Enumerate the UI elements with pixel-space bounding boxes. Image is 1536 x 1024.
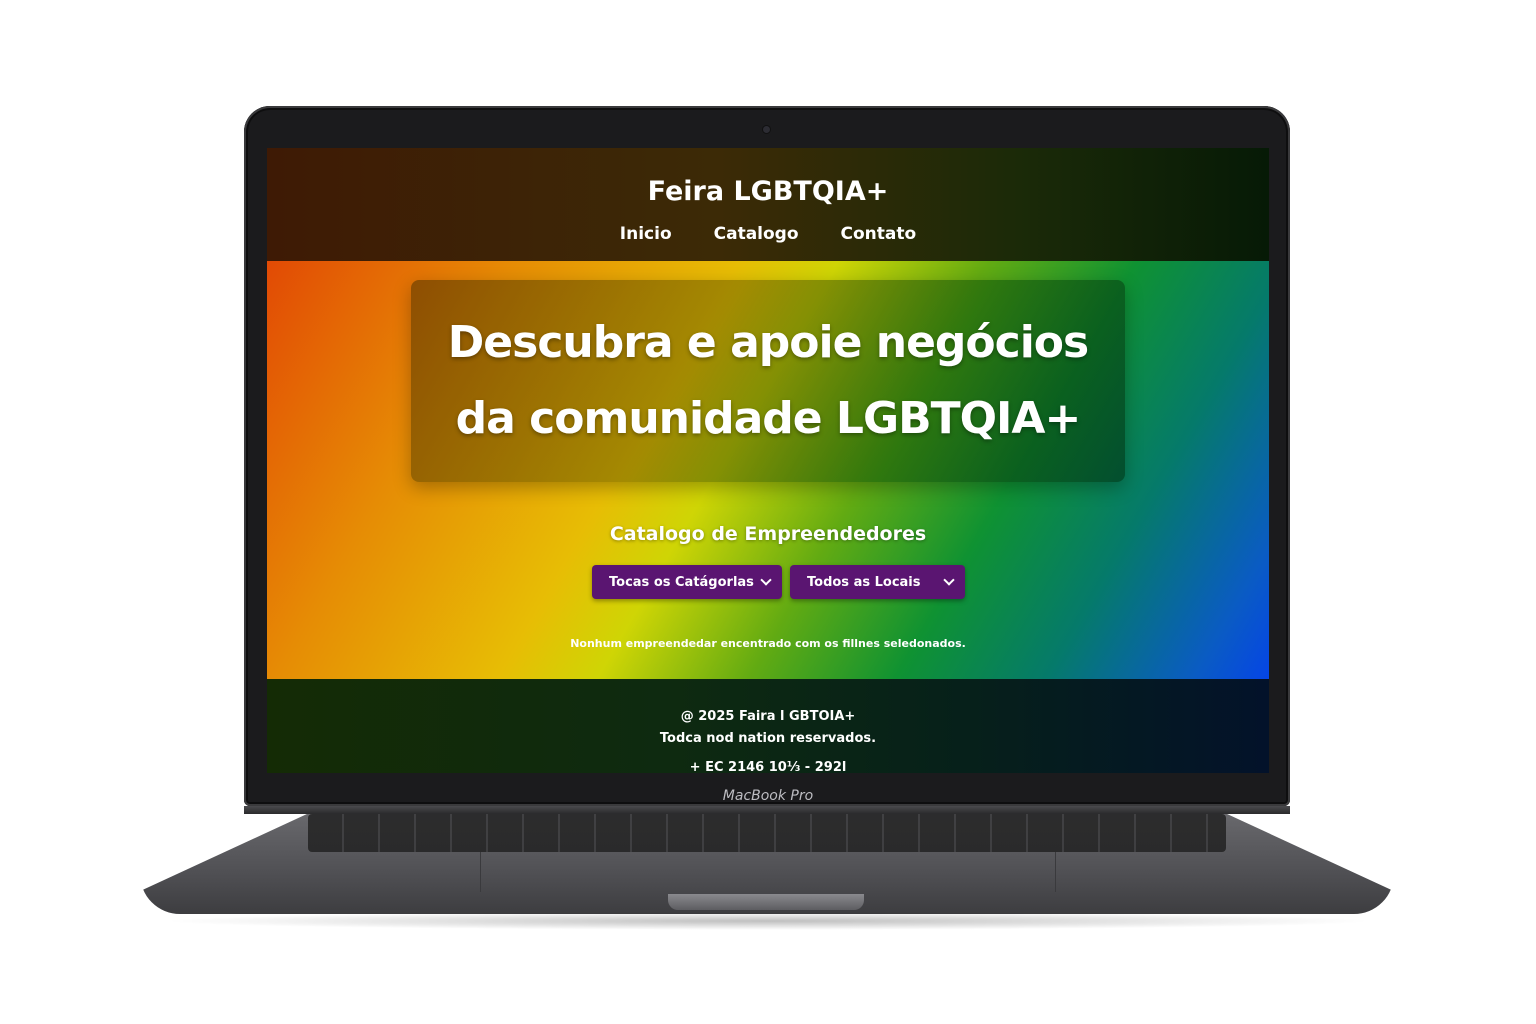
keyboard — [308, 814, 1226, 852]
hero-headline: Descubra e apoie negócios da comunidade … — [447, 317, 1089, 444]
headline-box: Descubra e apoie negócios da comunidade … — [411, 280, 1125, 482]
site-header: Feira LGBTQIA+ Inicio Catalogo Contato — [267, 148, 1269, 261]
footer-phone: + EC 2146 10⅓ - 292l — [689, 760, 847, 773]
site-title: Feira LGBTQIA+ — [647, 176, 889, 207]
laptop-shadow — [160, 912, 1376, 930]
filter-bar: Tocas os Catágorlas Todos as Locais — [592, 565, 965, 599]
category-select[interactable]: Tocas os Catágorlas — [592, 565, 782, 599]
main-nav: Inicio Catalogo Contato — [267, 224, 1269, 244]
empty-results-message: Nonhum empreendedar encentrado com os fi… — [570, 637, 966, 650]
catalog-title: Catalogo de Empreendedores — [609, 523, 927, 545]
footer-copyright: @ 2025 Faira l GBTOIA+ — [680, 709, 856, 724]
laptop-screen: Feira LGBTQIA+ Inicio Catalogo Contato D… — [267, 148, 1269, 773]
device-label: MacBook Pro — [722, 788, 814, 804]
category-select-label: Tocas os Catágorlas — [609, 574, 754, 590]
nav-contato[interactable]: Contato — [841, 224, 917, 244]
chevron-down-icon — [760, 574, 772, 586]
chevron-down-icon — [943, 574, 955, 586]
lid-notch — [668, 894, 864, 910]
site-footer: @ 2025 Faira l GBTOIA+ Todca nod nation … — [267, 679, 1269, 773]
nav-catalogo[interactable]: Catalogo — [714, 224, 799, 244]
footer-rights: Todca nod nation reservados. — [659, 731, 877, 746]
laptop-hinge — [244, 806, 1290, 814]
hero-section: Descubra e apoie negócios da comunidade … — [267, 261, 1269, 679]
camera-icon — [763, 126, 770, 133]
location-select-label: Todos as Locais — [807, 574, 921, 590]
trackpad — [480, 852, 1056, 892]
nav-inicio[interactable]: Inicio — [620, 224, 672, 244]
location-select[interactable]: Todos as Locais — [790, 565, 965, 599]
